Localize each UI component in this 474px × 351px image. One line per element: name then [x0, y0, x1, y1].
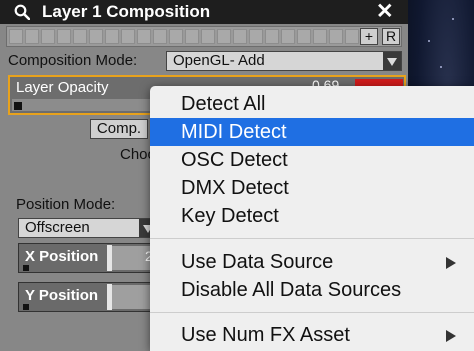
strip-cell[interactable]	[25, 29, 39, 44]
strip-cell[interactable]	[73, 29, 87, 44]
data-source-knob[interactable]	[23, 304, 29, 310]
strip-cell[interactable]	[9, 29, 23, 44]
y-position-handle[interactable]	[107, 284, 112, 310]
position-mode-label: Position Mode:	[16, 196, 116, 213]
submenu-arrow-icon	[446, 330, 456, 342]
y-position-label: Y Position	[25, 287, 99, 304]
strip-cell[interactable]	[153, 29, 167, 44]
menu-item-midi-detect[interactable]: MIDI Detect	[150, 118, 474, 146]
chevron-down-icon[interactable]	[383, 52, 401, 70]
strip-cell[interactable]	[121, 29, 135, 44]
strip-cell[interactable]	[329, 29, 343, 44]
star-decoration	[428, 40, 430, 42]
menu-item-label: Use Data Source	[181, 251, 334, 273]
x-position-handle[interactable]	[107, 245, 112, 271]
composition-mode-value: OpenGL- Add	[173, 52, 265, 69]
strip-cell[interactable]	[313, 29, 327, 44]
menu-item-key-detect[interactable]: Key Detect	[150, 202, 474, 230]
menu-item-osc-detect[interactable]: OSC Detect	[150, 146, 474, 174]
menu-item-dmx-detect[interactable]: DMX Detect	[150, 174, 474, 202]
position-mode-value: Offscreen	[25, 219, 90, 236]
x-position-slider[interactable]: X Position 2	[18, 243, 158, 273]
data-source-knob[interactable]	[14, 102, 22, 110]
position-mode-dropdown[interactable]: Offscreen	[18, 218, 158, 238]
menu-item-label: Use Num FX Asset	[181, 324, 350, 346]
comp-button[interactable]: Comp.	[90, 119, 148, 139]
strip-cell[interactable]	[297, 29, 311, 44]
submenu-arrow-icon	[446, 257, 456, 269]
star-decoration	[440, 66, 442, 68]
strip-cell[interactable]	[169, 29, 183, 44]
menu-item-use-data-source[interactable]: Use Data Source	[150, 248, 474, 276]
context-menu: Detect All MIDI Detect OSC Detect DMX De…	[150, 86, 474, 351]
menu-separator	[150, 238, 474, 239]
strip-cell[interactable]	[137, 29, 151, 44]
star-decoration	[452, 18, 454, 20]
strip-cell[interactable]	[57, 29, 71, 44]
close-icon[interactable]: ✕	[376, 0, 394, 24]
menu-item-use-num-fx-asset[interactable]: Use Num FX Asset	[150, 321, 474, 349]
strip-cell[interactable]	[41, 29, 55, 44]
layer-opacity-label: Layer Opacity	[16, 79, 109, 96]
strip-cell[interactable]	[345, 29, 359, 44]
strip-cell[interactable]	[217, 29, 231, 44]
strip-cell[interactable]	[201, 29, 215, 44]
search-icon[interactable]	[14, 4, 30, 20]
composition-mode-label: Composition Mode:	[8, 52, 138, 69]
strip-cell[interactable]	[105, 29, 119, 44]
menu-separator	[150, 312, 474, 313]
strip-cell[interactable]	[265, 29, 279, 44]
y-position-slider[interactable]: Y Position	[18, 282, 158, 312]
menu-item-detect-all[interactable]: Detect All	[150, 90, 474, 118]
layer-strip[interactable]	[6, 26, 402, 47]
strip-cell[interactable]	[233, 29, 247, 44]
strip-cell[interactable]	[185, 29, 199, 44]
add-button[interactable]: +	[360, 28, 378, 45]
strip-cell[interactable]	[249, 29, 263, 44]
window-title: Layer 1 Composition	[42, 2, 211, 21]
strip-cell[interactable]	[89, 29, 103, 44]
menu-item-disable-all-data-sources[interactable]: Disable All Data Sources	[150, 276, 474, 304]
strip-cell[interactable]	[281, 29, 295, 44]
data-source-knob[interactable]	[23, 265, 29, 271]
composition-mode-dropdown[interactable]: OpenGL- Add	[166, 51, 402, 71]
r-button[interactable]: R	[382, 28, 400, 45]
title-bar[interactable]: Layer 1 Composition ✕	[0, 0, 408, 24]
y-position-track[interactable]	[109, 285, 151, 309]
x-position-label: X Position	[25, 248, 99, 265]
